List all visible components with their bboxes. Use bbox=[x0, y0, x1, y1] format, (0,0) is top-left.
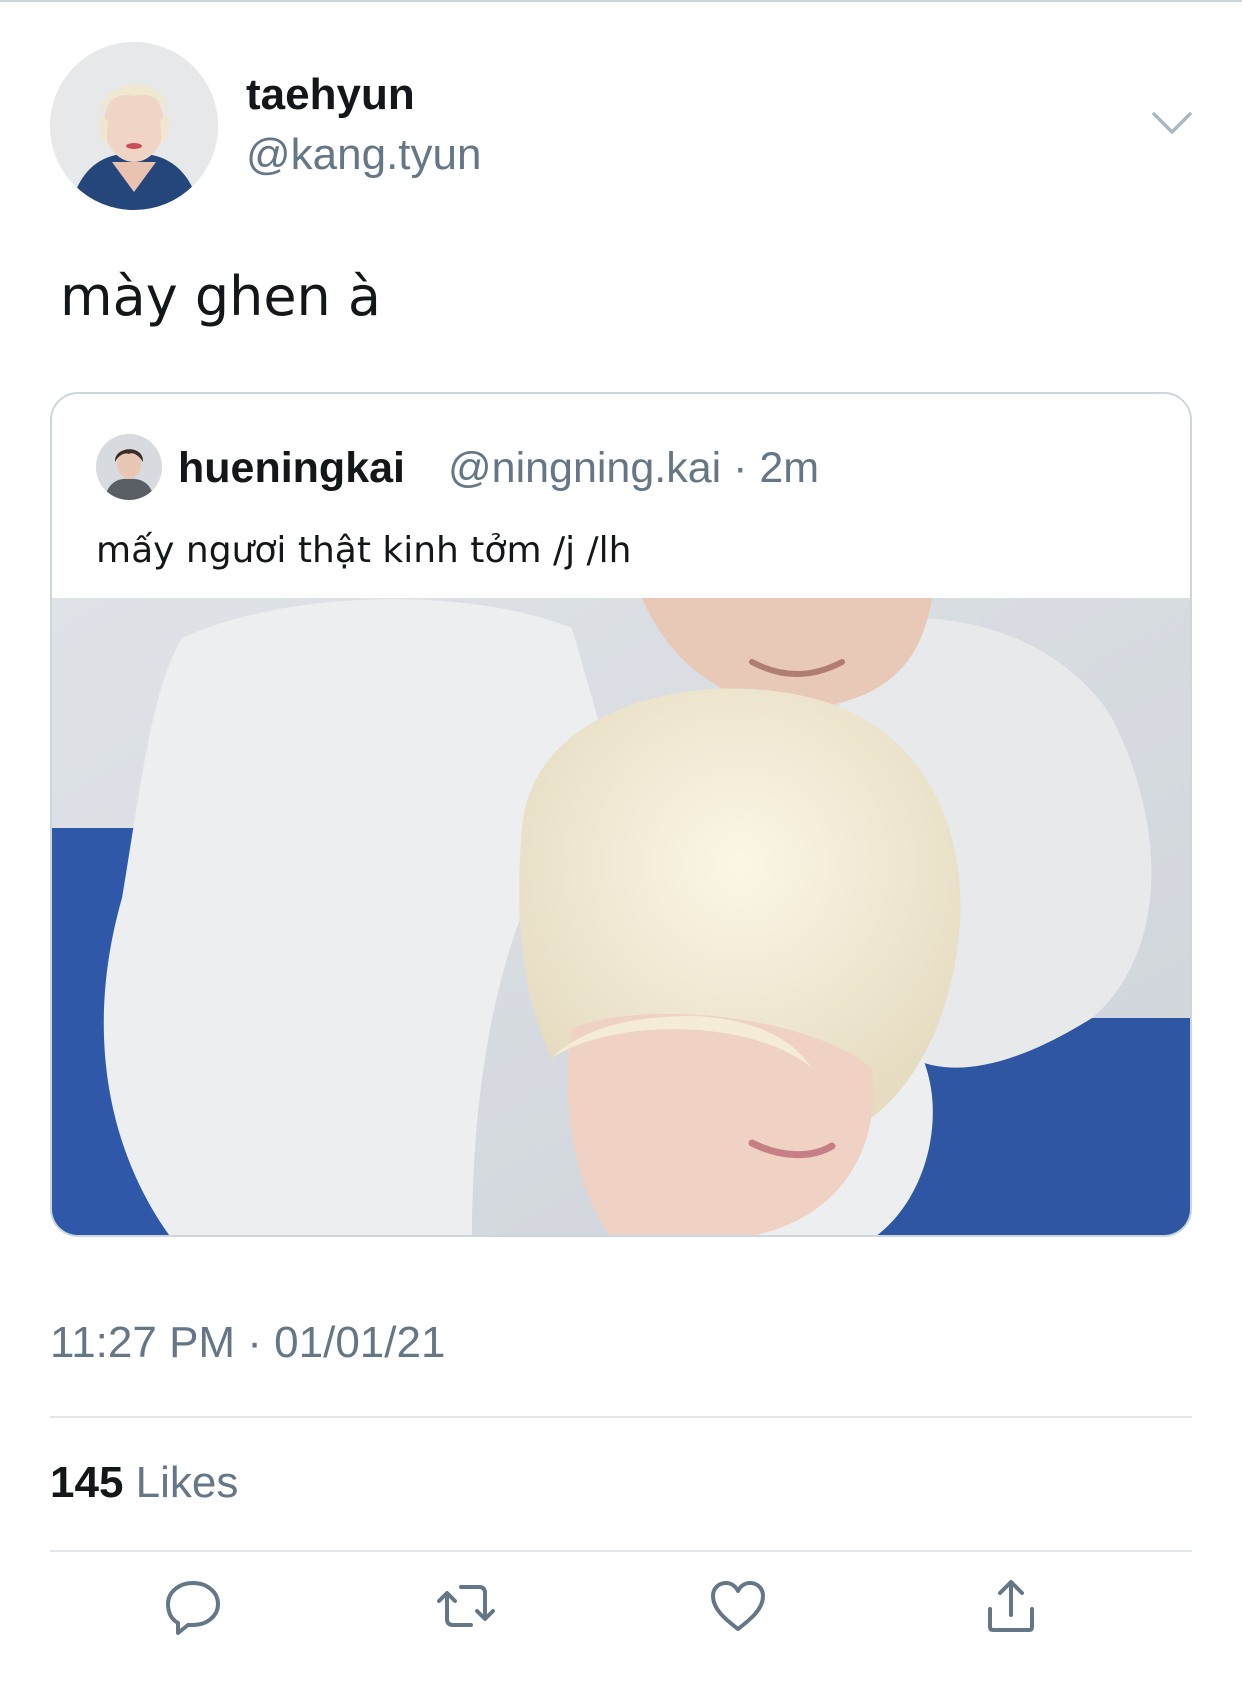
author-handle[interactable]: @kang.tyun bbox=[246, 130, 481, 180]
share-icon[interactable] bbox=[975, 1570, 1047, 1642]
tweet-timestamp: 11:27 PM · 01/01/21 bbox=[50, 1318, 446, 1367]
tweet-detail-screen: taehyun @kang.tyun mày ghen à hueningkai… bbox=[0, 0, 1242, 1687]
heart-icon[interactable] bbox=[702, 1570, 774, 1642]
likes-summary[interactable]: 145 Likes bbox=[50, 1458, 238, 1508]
quoted-handle-time[interactable]: @ningning.kai · 2m bbox=[448, 444, 819, 493]
divider bbox=[50, 1416, 1192, 1418]
author-avatar-image bbox=[50, 42, 218, 210]
retweet-icon[interactable] bbox=[430, 1570, 502, 1642]
tweet-text: mày ghen à bbox=[60, 265, 382, 328]
reply-bubble-icon[interactable] bbox=[157, 1570, 229, 1642]
likes-count: 145 bbox=[50, 1458, 124, 1507]
chevron-down-icon[interactable] bbox=[1150, 108, 1194, 138]
top-divider bbox=[0, 0, 1242, 2]
photo-illustration bbox=[52, 598, 1190, 1235]
author-avatar[interactable] bbox=[50, 42, 218, 210]
quoted-display-name[interactable]: hueningkai bbox=[178, 444, 405, 493]
divider bbox=[50, 1550, 1192, 1552]
quoted-author-avatar[interactable] bbox=[96, 434, 162, 500]
quoted-tweet-text: mấy ngươi thật kinh tởm /j /lh bbox=[96, 530, 632, 571]
quoted-media-photo[interactable] bbox=[52, 598, 1190, 1235]
quoted-tweet-card[interactable]: hueningkai @ningning.kai · 2m mấy ngươi … bbox=[50, 392, 1192, 1237]
author-display-name[interactable]: taehyun bbox=[246, 70, 415, 120]
likes-label: Likes bbox=[135, 1458, 239, 1507]
quoted-avatar-image bbox=[96, 434, 162, 500]
